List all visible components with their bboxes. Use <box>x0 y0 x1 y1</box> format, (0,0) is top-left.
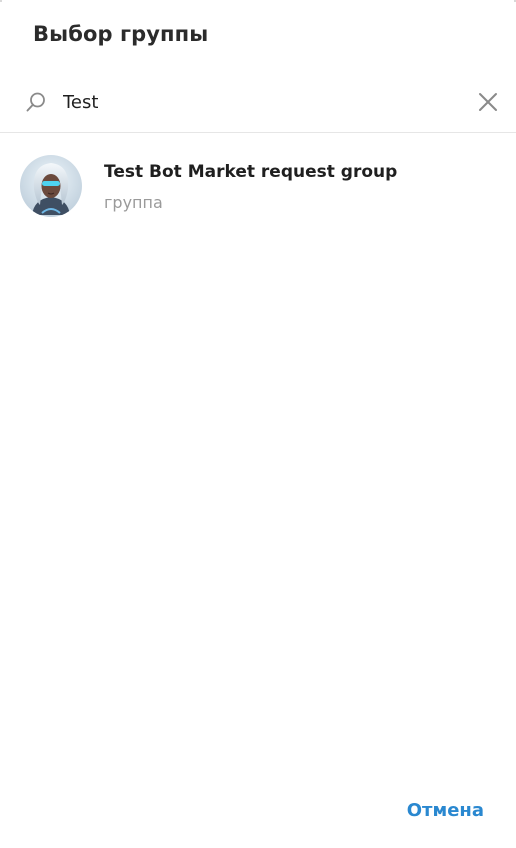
group-name: Test Bot Market request group <box>104 162 398 182</box>
cancel-button[interactable]: Отмена <box>407 800 484 821</box>
search-icon <box>24 90 48 114</box>
group-type: группа <box>104 193 163 212</box>
corner-mark <box>0 0 2 2</box>
search-input[interactable] <box>63 86 443 118</box>
avatar <box>20 155 82 217</box>
search-bar <box>0 76 516 133</box>
close-icon[interactable] <box>474 88 502 116</box>
group-picker-dialog: Выбор группы Test Test Bot Market reques… <box>0 0 516 848</box>
list-item[interactable]: Test Bot Market request group группа <box>0 146 516 228</box>
results-list: Test Bot Market request group группа <box>0 146 516 228</box>
dialog-title: Выбор группы <box>33 22 209 46</box>
